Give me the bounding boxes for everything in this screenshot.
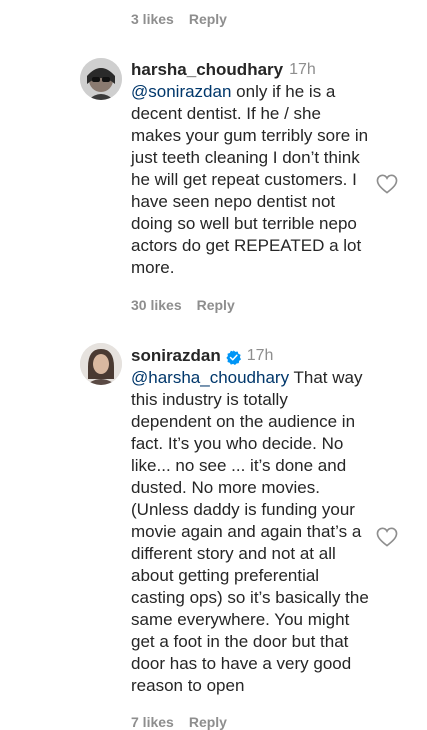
username[interactable]: harsha_choudhary — [131, 59, 283, 81]
comment-text: @sonirazdan only if he is a decent denti… — [131, 81, 371, 279]
timestamp: 17h — [289, 61, 316, 78]
comment-text: @harsha_choudhary That way this industry… — [131, 367, 371, 697]
comment-body: sonirazdan 17h @harsha_choudhary That wa… — [131, 345, 371, 697]
mention-link[interactable]: @sonirazdan — [131, 82, 231, 101]
avatar[interactable] — [80, 58, 122, 100]
username[interactable]: sonirazdan — [131, 345, 221, 367]
top-comment-meta: 3 likes Reply — [131, 11, 227, 27]
mention-link[interactable]: @harsha_choudhary — [131, 368, 289, 387]
comment-body: harsha_choudhary 17h @sonirazdan only if… — [131, 59, 371, 279]
likes-count[interactable]: 30 likes — [131, 297, 182, 313]
reply-button[interactable]: Reply — [189, 11, 227, 27]
comment-content: only if he is a decent dentist. If he / … — [131, 82, 369, 277]
comment-meta: 30 likes Reply — [131, 297, 235, 313]
heart-icon[interactable] — [376, 174, 398, 194]
reply-button[interactable]: Reply — [197, 297, 235, 313]
comment-content: That way this industry is totally depend… — [131, 368, 369, 695]
verified-badge-icon — [226, 349, 241, 365]
heart-icon[interactable] — [376, 527, 398, 547]
likes-count[interactable]: 3 likes — [131, 11, 174, 27]
timestamp: 17h — [246, 347, 274, 364]
avatar[interactable] — [80, 343, 122, 385]
